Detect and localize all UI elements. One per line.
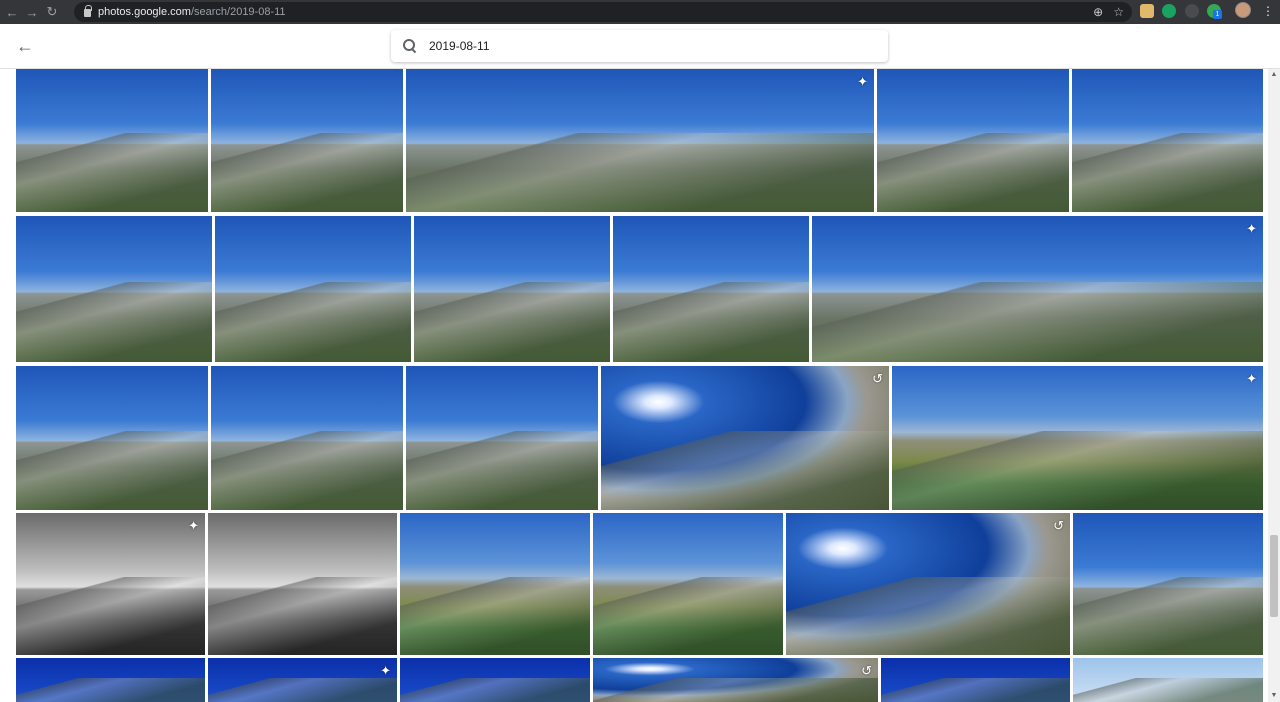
panorama-icon: ↺	[1053, 518, 1064, 533]
sparkle-icon: ✦	[1246, 371, 1257, 386]
photo-thumbnail[interactable]: ✦	[16, 513, 205, 655]
extension-icon[interactable]	[1185, 4, 1199, 18]
photo-thumbnail[interactable]	[613, 216, 809, 362]
photo-thumbnail[interactable]	[877, 69, 1069, 212]
browser-toolbar: ← → ↻ photos.google.com/search/2019-08-1…	[0, 0, 1280, 24]
forward-arrow-icon[interactable]: →	[24, 4, 40, 20]
photo-thumbnail[interactable]	[881, 658, 1070, 702]
scrollbar-thumb[interactable]	[1270, 535, 1278, 617]
scroll-up-icon[interactable]: ▲	[1268, 69, 1280, 81]
sparkle-icon: ✦	[188, 518, 199, 533]
add-icon[interactable]: ⊕	[1093, 5, 1103, 19]
menu-icon[interactable]: ⋮	[1262, 4, 1274, 18]
photo-thumbnail[interactable]: ✦	[892, 366, 1263, 510]
photo-thumbnail[interactable]	[406, 366, 598, 510]
photo-thumbnail[interactable]	[593, 513, 783, 655]
panorama-icon: ↺	[861, 663, 872, 678]
app-header: ←	[0, 24, 1280, 69]
photo-thumbnail[interactable]	[1073, 513, 1263, 655]
photo-thumbnail[interactable]: ↺	[593, 658, 878, 702]
sparkle-icon: ✦	[1246, 221, 1257, 236]
photo-thumbnail[interactable]	[211, 69, 403, 212]
profile-avatar[interactable]	[1235, 2, 1251, 18]
photo-thumbnail[interactable]: ✦	[812, 216, 1263, 362]
extension-badge: 1	[1213, 10, 1222, 19]
sparkle-icon: ✦	[857, 74, 868, 89]
photo-thumbnail[interactable]	[16, 216, 212, 362]
photo-thumbnail[interactable]	[211, 366, 403, 510]
photo-thumbnail[interactable]	[400, 658, 590, 702]
photo-grid: ✦ ✦ ↺ ✦ ✦ ↺ ✦ ↺	[0, 69, 1268, 702]
extension-icon[interactable]	[1162, 4, 1176, 18]
photo-thumbnail[interactable]	[16, 366, 208, 510]
photo-thumbnail[interactable]	[215, 216, 411, 362]
address-bar[interactable]: photos.google.com/search/2019-08-11 ⊕ ☆	[74, 2, 1132, 22]
star-icon[interactable]: ☆	[1113, 5, 1124, 19]
url-path: /search/2019-08-11	[190, 6, 286, 18]
scroll-down-icon[interactable]: ▼	[1268, 690, 1280, 702]
photo-thumbnail[interactable]	[414, 216, 610, 362]
scrollbar[interactable]: ▲ ▼	[1268, 69, 1280, 702]
search-icon	[403, 39, 417, 53]
extension-icon[interactable]	[1140, 4, 1154, 18]
photo-thumbnail[interactable]: ↺	[601, 366, 889, 510]
photo-thumbnail[interactable]	[1073, 658, 1263, 702]
reload-icon[interactable]: ↻	[44, 4, 60, 20]
photo-thumbnail[interactable]	[16, 658, 205, 702]
back-arrow-icon[interactable]: ←	[16, 36, 36, 56]
url-host: photos.google.com	[98, 6, 191, 18]
search-input[interactable]	[429, 39, 829, 53]
search-box[interactable]	[391, 30, 888, 62]
sparkle-icon: ✦	[380, 663, 391, 678]
photo-thumbnail[interactable]: ↺	[786, 513, 1070, 655]
extension-icon[interactable]: 1	[1207, 4, 1222, 19]
photo-thumbnail[interactable]	[16, 69, 208, 212]
photo-thumbnail[interactable]	[1072, 69, 1263, 212]
photo-thumbnail[interactable]	[208, 513, 397, 655]
panorama-icon: ↺	[872, 371, 883, 386]
lock-icon	[84, 5, 92, 17]
back-arrow-icon[interactable]: ←	[4, 4, 20, 20]
photo-thumbnail[interactable]: ✦	[406, 69, 874, 212]
photo-thumbnail[interactable]: ✦	[208, 658, 397, 702]
photo-thumbnail[interactable]	[400, 513, 590, 655]
